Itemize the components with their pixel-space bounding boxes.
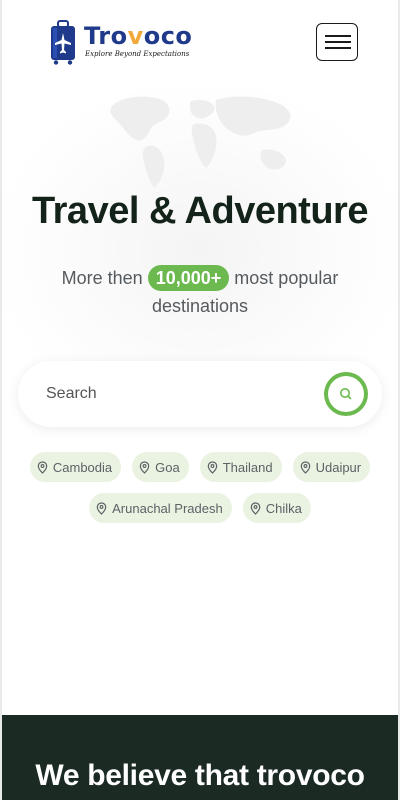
site-header: Trovoco Explore Beyond Expectations [2, 0, 398, 86]
hamburger-icon-bar [325, 47, 351, 49]
destination-tag[interactable]: Arunachal Pradesh [89, 493, 232, 523]
search-button[interactable] [324, 372, 368, 416]
hamburger-menu-button[interactable] [316, 23, 358, 61]
hero-subtitle: More then 10,000+ most popular destinati… [22, 264, 378, 320]
brand-logo[interactable]: Trovoco Explore Beyond Expectations [48, 20, 208, 66]
search-bar [18, 361, 382, 427]
destination-label: Chilka [265, 500, 302, 516]
destination-label: Arunachal Pradesh [112, 500, 223, 516]
destination-tag[interactable]: Chilka [242, 493, 311, 523]
destination-label: Goa [155, 459, 180, 475]
destination-label: Udaipur [315, 459, 362, 475]
destination-label: Thailand [222, 459, 273, 475]
destination-tag[interactable]: Cambodia [29, 452, 122, 482]
page: Trovoco Explore Beyond Expectations Trav… [2, 0, 398, 800]
destination-tag[interactable]: Udaipur [292, 452, 371, 482]
location-pin-icon [139, 460, 150, 474]
search-icon [340, 388, 352, 400]
destination-tag[interactable]: Goa [132, 452, 189, 482]
about-section: We believe that trovoco [2, 715, 398, 800]
hero-subtitle-text: More then [61, 268, 143, 288]
world-map-icon [110, 96, 291, 188]
location-pin-icon [250, 501, 261, 515]
suitcase-plane-icon [51, 20, 75, 65]
brand-name-part: v [127, 22, 144, 50]
popular-destinations: Cambodia Goa Thailand Udaipur Arunachal … [22, 452, 378, 523]
brand-name-part: Tro [84, 22, 128, 50]
destination-tag[interactable]: Thailand [199, 452, 282, 482]
location-pin-icon [207, 460, 218, 474]
hamburger-icon [325, 35, 351, 37]
location-pin-icon [37, 460, 48, 474]
hamburger-icon-bar [325, 41, 351, 43]
brand-name: Trovoco [84, 22, 192, 50]
location-pin-icon [96, 501, 107, 515]
count-badge: 10,000+ [147, 265, 230, 291]
search-input[interactable] [46, 383, 306, 405]
location-pin-icon [300, 460, 310, 474]
hero-title: Travel & Adventure [32, 190, 368, 232]
brand-tagline: Explore Beyond Expectations [85, 50, 190, 58]
destination-label: Cambodia [52, 459, 113, 475]
section-title: We believe that trovoco [35, 759, 365, 792]
brand-name-part: oco [143, 22, 193, 50]
